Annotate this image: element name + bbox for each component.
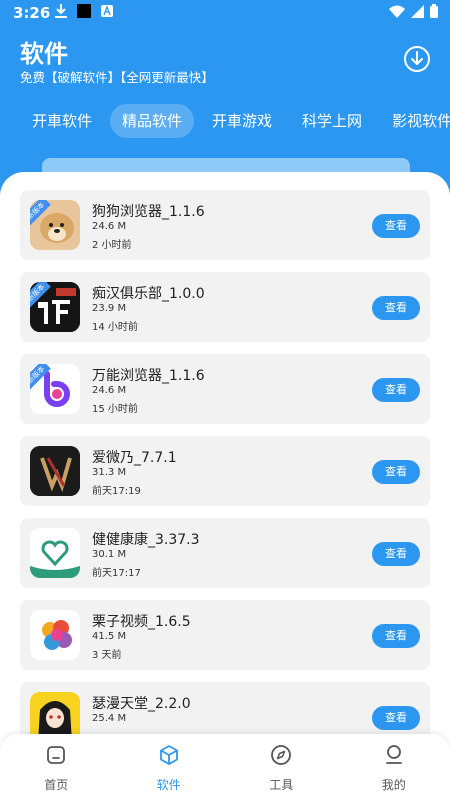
app-updated-time: 前天17:17 — [92, 568, 141, 579]
app-name: 健健康康_3.37.3 — [92, 532, 200, 548]
aiweinai-icon — [30, 446, 80, 496]
nav-software[interactable]: 软件 — [113, 734, 226, 800]
view-button[interactable]: 查看 — [372, 542, 420, 566]
nav-mine[interactable]: 我的 — [338, 734, 450, 800]
app-size: 41.5 M — [92, 631, 127, 642]
app-size: 31.3 M — [92, 467, 127, 478]
download-notification-icon — [55, 4, 67, 18]
compass-icon — [271, 745, 292, 765]
view-button[interactable]: 查看 — [372, 624, 420, 648]
tab-vpn[interactable]: 科学上网 — [290, 104, 374, 138]
app-card[interactable]: 新版本 万能浏览器_1.1.6 24.6 M 15 小时前 查看 — [20, 354, 430, 424]
app-name: 痴汉俱乐部_1.0.0 — [92, 286, 205, 302]
bottom-nav: 首页 软件 工具 我的 — [0, 734, 450, 800]
category-tabs: 开車软件 精品软件 开車游戏 科学上网 影视软件 — [20, 104, 450, 138]
chihan-icon: 新版本 — [30, 282, 80, 332]
app-updated-time: 2 小时前 — [92, 240, 132, 251]
tab-kaiche-games[interactable]: 开車游戏 — [200, 104, 284, 138]
app-updated-time: 3 天前 — [92, 650, 122, 661]
nav-label: 首页 — [44, 778, 69, 792]
app-card[interactable]: 健健康康_3.37.3 30.1 M 前天17:17 查看 — [20, 518, 430, 588]
app-name: 狗狗浏览器_1.1.6 — [92, 204, 205, 220]
nav-label: 我的 — [381, 778, 406, 792]
battery-icon — [430, 4, 438, 18]
nav-label: 软件 — [156, 778, 181, 792]
nav-tools[interactable]: 工具 — [225, 734, 338, 800]
signal-icon — [411, 4, 424, 18]
view-button[interactable]: 查看 — [372, 460, 420, 484]
app-screen: 3:26 软件 免费【破解软件】【全网更新最快】 开車软件 精品软件 开車游戏 … — [0, 0, 450, 800]
app-card[interactable]: 新版本 痴汉俱乐部_1.0.0 23.9 M 14 小时前 查看 — [20, 272, 430, 342]
app-notification-icon — [77, 4, 91, 18]
wanneng-b-icon: 新版本 — [30, 364, 80, 414]
tab-video-software[interactable]: 影视软件 — [380, 104, 450, 138]
app-card[interactable]: 爱微乃_7.7.1 31.3 M 前天17:19 查看 — [20, 436, 430, 506]
app-name: 爱微乃_7.7.1 — [92, 450, 177, 466]
app-name: 瑟漫天堂_2.2.0 — [92, 696, 191, 712]
person-icon — [385, 745, 402, 764]
app-name: 万能浏览器_1.1.6 — [92, 368, 205, 384]
app-size: 24.6 M — [92, 385, 127, 396]
download-icon[interactable] — [401, 43, 433, 75]
app-size: 23.9 M — [92, 303, 127, 314]
app-list: 新版本 狗狗浏览器_1.1.6 24.6 M 2 小时前 查看 新版本 痴汉俱乐… — [20, 190, 430, 764]
cube-icon — [159, 745, 178, 765]
page-title: 软件 — [20, 40, 68, 68]
app-name: 栗子视频_1.6.5 — [92, 614, 191, 630]
nav-home[interactable]: 首页 — [0, 734, 113, 800]
app-card[interactable]: 新版本 狗狗浏览器_1.1.6 24.6 M 2 小时前 查看 — [20, 190, 430, 260]
app-size: 24.6 M — [92, 221, 127, 232]
app-size: 25.4 M — [92, 713, 127, 724]
tab-kaiche-software[interactable]: 开車软件 — [20, 104, 104, 138]
app-size: 30.1 M — [92, 549, 127, 560]
wifi-icon — [389, 5, 405, 18]
lizi-icon — [30, 610, 80, 660]
home-icon — [47, 746, 66, 764]
app-updated-time: 15 小时前 — [92, 404, 138, 415]
nav-label: 工具 — [269, 778, 294, 792]
status-bar: 3:26 — [0, 0, 450, 26]
app-updated-time: 前天17:19 — [92, 486, 141, 497]
app-card[interactable]: 栗子视频_1.6.5 41.5 M 3 天前 查看 — [20, 600, 430, 670]
status-time: 3:26 — [13, 4, 51, 22]
store-notification-icon — [101, 5, 113, 17]
view-button[interactable]: 查看 — [372, 214, 420, 238]
heart-icon — [30, 528, 80, 578]
view-button[interactable]: 查看 — [372, 706, 420, 730]
view-button[interactable]: 查看 — [372, 296, 420, 320]
dog-icon: 新版本 — [30, 200, 80, 250]
tab-premium-software[interactable]: 精品软件 — [110, 104, 195, 138]
app-updated-time: 14 小时前 — [92, 322, 138, 333]
page-subtitle: 免费【破解软件】【全网更新最快】 — [20, 70, 214, 85]
view-button[interactable]: 查看 — [372, 378, 420, 402]
